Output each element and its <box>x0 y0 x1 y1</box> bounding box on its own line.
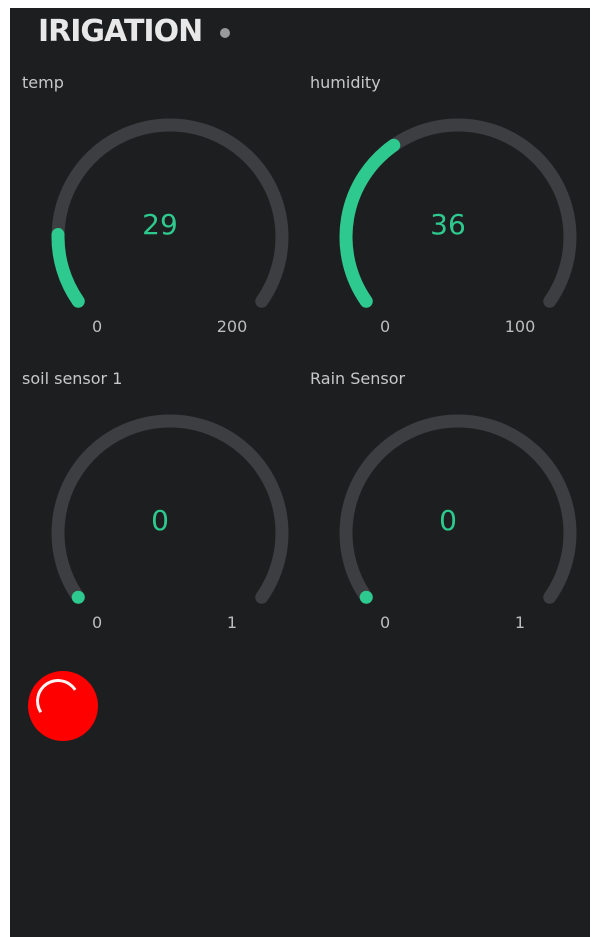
gauge-max: 200 <box>216 317 248 336</box>
gauge-min: 0 <box>380 613 391 632</box>
gauge-min: 0 <box>380 317 391 336</box>
page-title: IRIGATION <box>38 14 203 49</box>
gauge-humidity: humidity 36 0 100 <box>308 73 578 363</box>
gauge-dial <box>339 414 577 604</box>
gauge-value: 36 <box>430 208 466 241</box>
gauge-max: 1 <box>514 613 526 632</box>
led-indicator-icon <box>31 674 85 728</box>
gauge-dial <box>51 414 289 604</box>
gauge-max: 100 <box>504 317 536 336</box>
gauge-rain-sensor: Rain Sensor 0 0 1 <box>308 369 578 659</box>
gauge-value: 0 <box>151 504 169 537</box>
status-dot-icon <box>220 27 231 38</box>
gauge-min: 0 <box>92 613 103 632</box>
header: IRIGATION <box>38 14 231 49</box>
gauge-dial <box>51 118 289 308</box>
gauge-temp: temp 29 0 200 <box>20 73 290 363</box>
gauge-value: 29 <box>142 208 178 241</box>
led-button[interactable] <box>28 671 98 741</box>
gauge-max: 1 <box>226 613 238 632</box>
gauge-fill <box>51 228 85 308</box>
gauge-min: 0 <box>92 317 103 336</box>
gauge-value: 0 <box>439 504 457 537</box>
gauge-dial <box>339 118 577 308</box>
gauge-soil-sensor-1: soil sensor 1 0 0 1 <box>20 369 290 659</box>
app-window: IRIGATION temp 29 0 200 humidity 36 0 10… <box>10 8 590 937</box>
